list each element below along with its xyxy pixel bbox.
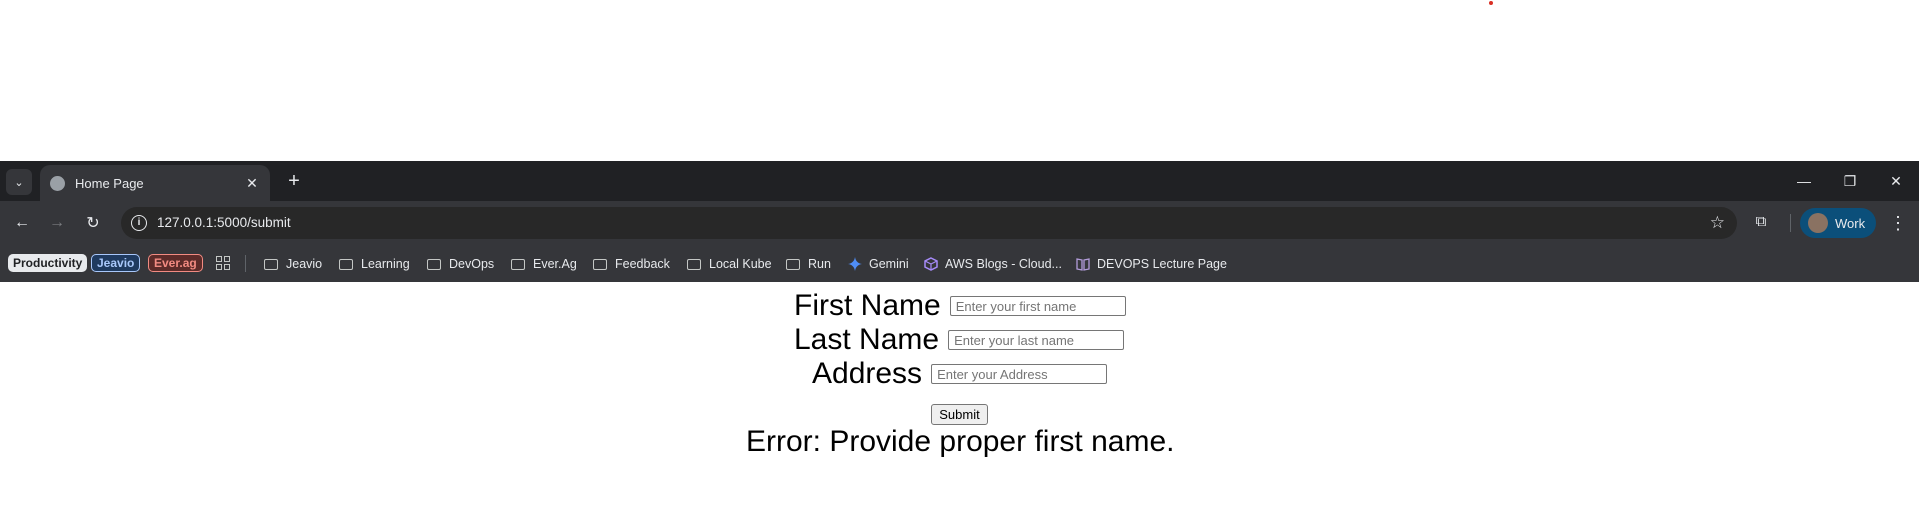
new-tab-button[interactable]: + xyxy=(282,169,306,193)
address-label: Address xyxy=(812,357,923,390)
folder-icon xyxy=(687,258,701,270)
tab-strip: ⌄ Home Page ✕ + — ❐ ✕ xyxy=(0,161,1919,201)
bookmark-label: DevOps xyxy=(449,257,495,271)
bookmark-group-jeavio[interactable]: Jeavio xyxy=(91,254,141,272)
tab-home-page[interactable]: Home Page ✕ xyxy=(40,165,270,201)
address-input[interactable] xyxy=(931,364,1108,384)
last-name-input[interactable] xyxy=(948,330,1125,350)
folder-icon xyxy=(427,258,441,270)
reload-icon: ↻ xyxy=(86,215,100,232)
bookmark-label: AWS Blogs - Cloud... xyxy=(945,257,1062,271)
bookmark-folder-jeavio[interactable]: Jeavio xyxy=(264,254,322,274)
minimize-icon: — xyxy=(1797,173,1811,189)
folder-icon xyxy=(593,258,607,270)
bookmark-label: Gemini xyxy=(869,257,909,271)
back-button[interactable]: ← xyxy=(9,210,35,236)
bookmark-label: Local Kube xyxy=(709,257,772,271)
first-name-row: First Name xyxy=(794,289,1126,323)
bookmark-gemini[interactable]: Gemini xyxy=(848,254,909,274)
close-icon[interactable]: ✕ xyxy=(242,175,262,192)
bookmark-folder-devops[interactable]: DevOps xyxy=(427,254,494,274)
gemini-icon xyxy=(848,257,862,271)
menu-icon[interactable]: ⋮ xyxy=(1888,211,1908,235)
bookmark-folder-run[interactable]: Run xyxy=(786,254,831,274)
minimize-button[interactable]: — xyxy=(1786,167,1822,195)
last-name-label: Last Name xyxy=(794,323,940,356)
folder-icon xyxy=(264,258,278,270)
chevron-down-icon: ⌄ xyxy=(14,176,24,189)
error-message: Error: Provide proper first name. xyxy=(746,425,1175,458)
first-name-label: First Name xyxy=(794,289,941,322)
book-icon xyxy=(1076,258,1090,271)
address-row: Address xyxy=(812,357,1108,391)
forward-button[interactable]: → xyxy=(44,210,70,236)
bookmark-folder-local-kube[interactable]: Local Kube xyxy=(687,254,772,274)
plus-icon: + xyxy=(288,170,300,192)
folder-icon xyxy=(511,258,525,270)
profile-label: Work xyxy=(1835,215,1866,231)
bookmark-folder-learning[interactable]: Learning xyxy=(339,254,410,274)
tab-title: Home Page xyxy=(75,175,144,191)
bookmark-label: Ever.Ag xyxy=(533,257,577,271)
close-window-button[interactable]: ✕ xyxy=(1878,167,1914,195)
star-icon[interactable]: ☆ xyxy=(1710,213,1725,233)
address-bar[interactable]: i 127.0.0.1:5000/submit ☆ xyxy=(121,207,1737,239)
bookmarks-bar: Productivity Jeavio Ever.ag Jeavio Learn… xyxy=(0,245,1919,282)
tab-search-button[interactable]: ⌄ xyxy=(6,169,32,195)
bookmarks-divider xyxy=(245,255,246,272)
avatar xyxy=(1808,213,1828,233)
arrow-left-icon: ← xyxy=(14,214,30,231)
bookmark-group-productivity[interactable]: Productivity xyxy=(8,254,88,272)
last-name-row: Last Name xyxy=(794,323,1125,357)
bookmark-folder-ever-ag[interactable]: Ever.Ag xyxy=(511,254,577,274)
first-name-input[interactable] xyxy=(949,296,1126,316)
bookmark-devops-lecture[interactable]: DEVOPS Lecture Page xyxy=(1076,254,1227,274)
restore-button[interactable]: ❐ xyxy=(1832,167,1868,195)
folder-icon xyxy=(339,258,353,270)
bookmark-label: Run xyxy=(808,257,831,271)
arrow-right-icon: → xyxy=(49,214,65,231)
browser-chrome: ⌄ Home Page ✕ + — ❐ ✕ ← → ↻ i 127.0.0.1:… xyxy=(0,161,1919,282)
apps-grid-icon[interactable] xyxy=(216,256,230,270)
submit-button[interactable]: Submit xyxy=(931,404,988,425)
folder-icon xyxy=(786,258,800,270)
toolbar-divider xyxy=(1790,214,1791,232)
toolbar: ← → ↻ i 127.0.0.1:5000/submit ☆ ⧉ Work ⋮ xyxy=(0,201,1919,245)
site-info-icon[interactable]: i xyxy=(131,215,147,231)
close-icon: ✕ xyxy=(1890,172,1902,189)
bookmark-label: Jeavio xyxy=(286,257,323,271)
extensions-icon[interactable]: ⧉ xyxy=(1752,213,1770,231)
bookmark-label: Learning xyxy=(361,257,410,271)
page-content: First Name Last Name Address Submit Erro… xyxy=(0,282,1919,506)
bookmark-group-ever-ag[interactable]: Ever.ag xyxy=(148,254,203,272)
bookmark-label: DEVOPS Lecture Page xyxy=(1097,257,1227,271)
url-text[interactable]: 127.0.0.1:5000/submit xyxy=(157,215,291,230)
bookmark-folder-feedback[interactable]: Feedback xyxy=(593,254,670,274)
cube-icon xyxy=(924,257,938,271)
reload-button[interactable]: ↻ xyxy=(80,210,106,236)
red-dot-marker xyxy=(1489,1,1493,5)
profile-button[interactable]: Work xyxy=(1800,208,1876,238)
bookmark-label: Feedback xyxy=(615,257,670,271)
bookmark-aws-blogs[interactable]: AWS Blogs - Cloud... xyxy=(924,254,1062,274)
restore-icon: ❐ xyxy=(1843,172,1857,189)
globe-icon xyxy=(50,175,65,191)
